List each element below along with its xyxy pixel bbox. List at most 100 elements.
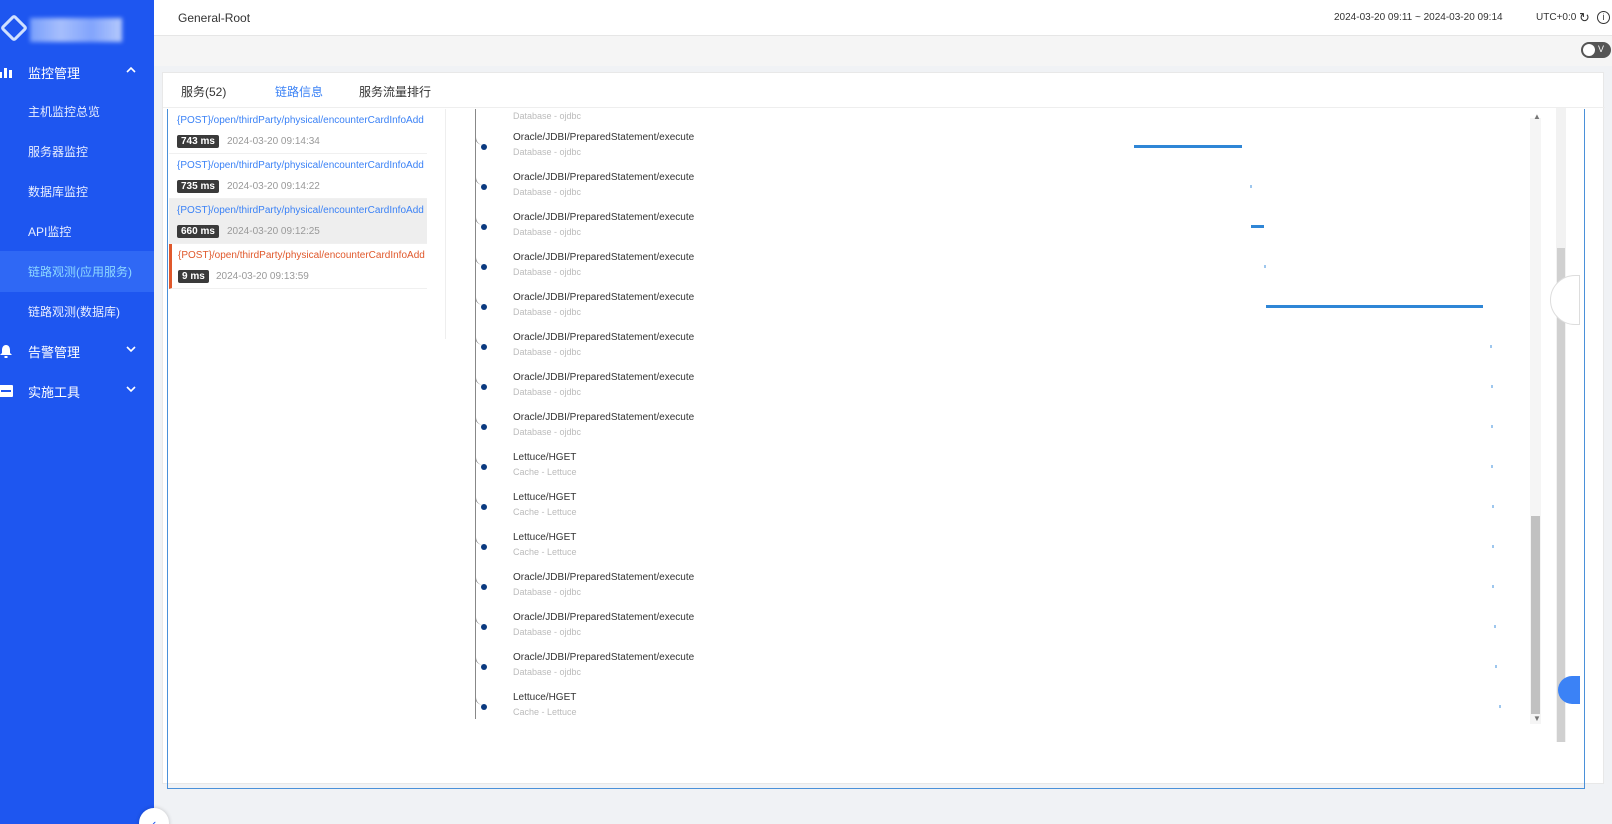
tab-service-traffic-ranking[interactable]: 服务流量排行: [359, 83, 431, 100]
nav-group-label: 告警管理: [28, 344, 81, 360]
logo-blurred-name: [30, 18, 122, 42]
page-title: General-Root: [178, 11, 251, 25]
span-connector: [475, 315, 485, 345]
bar-chart-icon: [0, 65, 14, 79]
sidebar-item-api-monitor[interactable]: API监控: [0, 211, 154, 252]
span-connector: [475, 275, 485, 305]
span-connector: [475, 395, 485, 425]
span-duration-bar: [1264, 265, 1266, 268]
sidebar-item-label: API监控: [28, 225, 72, 239]
sidebar-item-label: 数据库监控: [28, 185, 89, 199]
app-logo[interactable]: [0, 10, 154, 46]
duration-badge: 743 ms: [177, 135, 219, 148]
trace-timestamp: 2024-03-20 09:14:22: [227, 181, 320, 192]
trace-list: {POST}/open/thirdParty/physical/encounte…: [169, 109, 431, 323]
span-row[interactable]: Oracle/JDBI/PreparedStatement/execute Da…: [463, 549, 1553, 597]
span-connector: [475, 435, 485, 465]
tab-bar: 服务(52) 链路信息 服务流量排行: [163, 73, 1605, 108]
span-row[interactable]: Oracle/JDBI/PreparedStatement/execute Da…: [463, 109, 1553, 157]
span-connector: [475, 475, 485, 505]
trace-endpoint: {POST}/open/thirdParty/physical/encounte…: [178, 250, 425, 261]
span-connector: [475, 515, 485, 545]
sidebar-item-host-overview[interactable]: 主机监控总览: [0, 91, 154, 132]
sidebar-item-trace-db[interactable]: 链路观测(数据库): [0, 291, 154, 332]
span-row[interactable]: Oracle/JDBI/PreparedStatement/execute Da…: [463, 269, 1553, 317]
tab-trace-info[interactable]: 链路信息: [275, 83, 323, 100]
span-row[interactable]: Oracle/JDBI/PreparedStatement/execute Da…: [463, 349, 1553, 397]
span-duration-bar: [1494, 625, 1496, 628]
timezone-label[interactable]: UTC+0:0: [1536, 12, 1576, 23]
span-duration-bar: [1266, 305, 1483, 308]
main-card: 服务(52) 链路信息 服务流量排行 {POST}/open/thirdPart…: [162, 72, 1605, 789]
list-divider: [445, 109, 446, 339]
top-bar: General-Root 2024-03-20 09:11 ~ 2024-03-…: [154, 0, 1612, 36]
span-row[interactable]: Lettuce/HGET Cache - Lettuce: [463, 429, 1553, 477]
span-row[interactable]: Oracle/JDBI/PreparedStatement/execute Da…: [463, 309, 1553, 357]
span-connector: [475, 675, 485, 705]
sidebar-item-label: 主机监控总览: [28, 105, 101, 119]
info-icon[interactable]: i: [1597, 11, 1610, 24]
span-connector: [475, 635, 485, 665]
refresh-icon[interactable]: ↻: [1579, 10, 1590, 26]
trace-endpoint: {POST}/open/thirdParty/physical/encounte…: [177, 115, 424, 126]
span-row[interactable]: Oracle/JDBI/PreparedStatement/execute Da…: [463, 189, 1553, 237]
trace-tree: Database - ojdbc Oracle/JDBI/PreparedSta…: [463, 109, 1553, 789]
span-duration-bar: [1491, 425, 1493, 428]
span-duration-bar: [1251, 225, 1264, 228]
trace-scrollbar-thumb[interactable]: [1531, 516, 1540, 714]
nav-group-label: 监控管理: [28, 65, 81, 81]
span-name: Oracle/JDBI/PreparedStatement/execute: [513, 412, 695, 423]
span-row[interactable]: Oracle/JDBI/PreparedStatement/execute Da…: [463, 629, 1553, 677]
span-name: Oracle/JDBI/PreparedStatement/execute: [513, 252, 695, 263]
span-row[interactable]: Oracle/JDBI/PreparedStatement/execute Da…: [463, 149, 1553, 197]
span-duration-bar: [1492, 545, 1494, 548]
span-duration-bar: [1491, 465, 1493, 468]
span-row[interactable]: Lettuce/HGET Cache - Lettuce: [463, 509, 1553, 557]
sidebar-item-label: 服务器监控: [28, 145, 89, 159]
sidebar-item-trace-app[interactable]: 链路观测(应用服务): [0, 251, 154, 292]
span-name: Lettuce/HGET: [513, 532, 577, 543]
view-toggle[interactable]: V: [1581, 42, 1611, 58]
span-duration-bar: [1492, 585, 1494, 588]
toolbox-icon: [0, 384, 14, 398]
span-row[interactable]: Oracle/JDBI/PreparedStatement/execute Da…: [463, 389, 1553, 437]
span-row[interactable]: Oracle/JDBI/PreparedStatement/execute Da…: [463, 589, 1553, 637]
floating-action-button[interactable]: [1558, 676, 1580, 704]
span-name: Oracle/JDBI/PreparedStatement/execute: [513, 212, 695, 223]
span-name: Lettuce/HGET: [513, 692, 577, 703]
span-row[interactable]: Lettuce/HGET Cache - Lettuce: [463, 469, 1553, 517]
span-connector: [475, 115, 485, 145]
trace-list-item[interactable]: {POST}/open/thirdParty/physical/encounte…: [169, 109, 427, 154]
duration-badge: 660 ms: [177, 225, 219, 238]
nav-group-alerts[interactable]: 告警管理: [0, 331, 154, 371]
sidebar-item-server-monitor[interactable]: 服务器监控: [0, 131, 154, 172]
trace-list-item[interactable]: {POST}/open/thirdParty/physical/encounte…: [169, 154, 427, 199]
sub-bar: V: [154, 36, 1612, 66]
logo-mark-icon: [0, 13, 29, 43]
chevron-up-icon: [126, 65, 136, 77]
nav-group-monitoring[interactable]: 监控管理: [0, 52, 154, 92]
span-connector: [475, 555, 485, 585]
span-name: Oracle/JDBI/PreparedStatement/execute: [513, 292, 695, 303]
span-connector: [475, 595, 485, 625]
toggle-knob: [1583, 44, 1595, 56]
span-name: Oracle/JDBI/PreparedStatement/execute: [513, 132, 695, 143]
bell-icon: [0, 344, 14, 358]
span-duration-bar: [1490, 345, 1492, 348]
trace-list-item-error[interactable]: {POST}/open/thirdParty/physical/encounte…: [169, 244, 427, 289]
tab-services[interactable]: 服务(52): [181, 83, 226, 100]
toggle-label: V: [1598, 44, 1605, 54]
time-range-picker[interactable]: 2024-03-20 09:11 ~ 2024-03-20 09:14: [1334, 12, 1503, 23]
scroll-down-icon[interactable]: ▼: [1533, 714, 1541, 723]
sidebar-item-database-monitor[interactable]: 数据库监控: [0, 171, 154, 212]
span-connector: [475, 155, 485, 185]
scroll-up-icon[interactable]: ▲: [1533, 112, 1541, 121]
span-name: Lettuce/HGET: [513, 492, 577, 503]
sidebar-item-label: 链路观测(数据库): [28, 305, 120, 319]
nav-group-tools[interactable]: 实施工具: [0, 371, 154, 411]
span-name: Oracle/JDBI/PreparedStatement/execute: [513, 612, 695, 623]
span-row[interactable]: Lettuce/HGET Cache - Lettuce: [463, 669, 1553, 717]
span-row[interactable]: Oracle/JDBI/PreparedStatement/execute Da…: [463, 229, 1553, 277]
duration-badge: 9 ms: [178, 270, 209, 283]
trace-list-item-selected[interactable]: {POST}/open/thirdParty/physical/encounte…: [169, 199, 427, 244]
